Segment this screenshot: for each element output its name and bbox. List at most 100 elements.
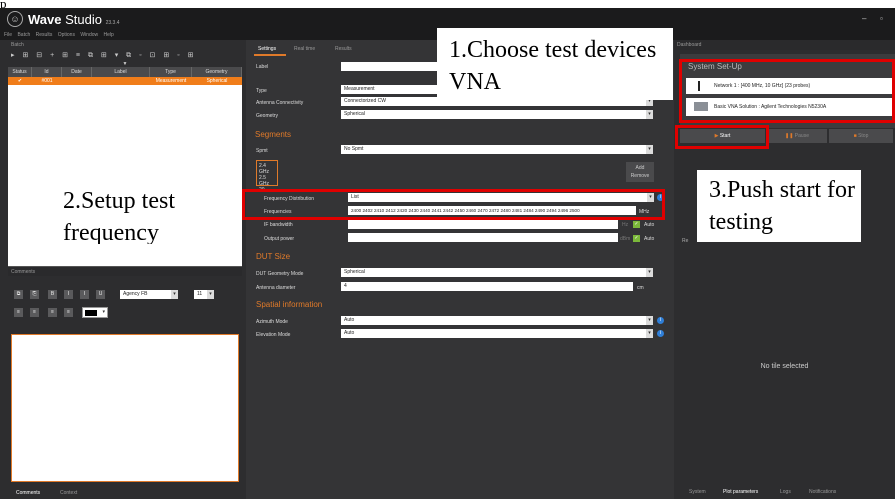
spatial-info-title: Spatial information bbox=[256, 300, 323, 309]
dashboard-header: Dashboard bbox=[674, 40, 895, 50]
color-picker[interactable]: ▾ bbox=[82, 307, 108, 318]
menu-help[interactable]: Help bbox=[104, 32, 114, 38]
table-row[interactable]: ✔ #001 Measurement Spherical bbox=[8, 77, 242, 85]
comment-textarea[interactable] bbox=[11, 334, 239, 482]
remove-label: Remove bbox=[630, 173, 650, 179]
maximize-button[interactable]: ▫ bbox=[880, 14, 883, 23]
menu-window[interactable]: Window bbox=[80, 32, 98, 38]
info-icon[interactable]: i bbox=[657, 330, 664, 337]
if-bandwidth-unit: Hz bbox=[622, 222, 629, 228]
antenna-diameter-input[interactable]: 4 bbox=[341, 282, 633, 291]
vna-highlight bbox=[679, 59, 895, 123]
segment-list[interactable]: 2.4 GHz 2.5 GHz 20 bbox=[256, 160, 278, 193]
font-select[interactable]: Agency FB ▾ bbox=[120, 290, 178, 299]
output-power-unit: dBm bbox=[620, 236, 631, 242]
chevron-down-icon: ▾ bbox=[646, 316, 653, 325]
italic-icon[interactable]: I bbox=[64, 290, 73, 299]
annotation-setup-frequency: 2.Setup test frequency bbox=[47, 177, 242, 244]
align-left-icon[interactable]: ≡ bbox=[14, 308, 23, 317]
app-title: Wave Studio 23.3.4 bbox=[28, 12, 120, 27]
add-remove-button[interactable]: Add Remove bbox=[626, 162, 654, 182]
underline-icon[interactable]: U bbox=[96, 290, 105, 299]
italic2-icon[interactable]: I bbox=[80, 290, 89, 299]
annotation-push-start: 3.Push start for testing bbox=[697, 170, 861, 242]
batch-table-header: Status Id Date Label Type Geometry bbox=[8, 67, 242, 77]
tab-comments[interactable]: Comments bbox=[16, 490, 40, 496]
paste-icon[interactable]: ⎘ bbox=[30, 290, 39, 299]
if-auto-checkbox[interactable]: ✓ bbox=[633, 221, 640, 228]
col-type[interactable]: Type bbox=[150, 67, 192, 77]
power-auto-checkbox[interactable]: ✓ bbox=[633, 235, 640, 242]
col-geometry[interactable]: Geometry bbox=[192, 67, 242, 77]
tab-logs[interactable]: Logs bbox=[780, 489, 791, 495]
power-auto-label: Auto bbox=[644, 236, 655, 242]
bold-icon[interactable]: B bbox=[48, 290, 57, 299]
menu-batch[interactable]: Batch bbox=[17, 32, 30, 38]
geometry-select[interactable]: Spherical ▾ bbox=[341, 110, 653, 119]
tab-results[interactable]: Results bbox=[335, 46, 352, 52]
app-logo-icon: ☺ bbox=[7, 11, 23, 27]
settings-panel: Settings Real time Results Label Type Me… bbox=[246, 40, 674, 499]
antenna-connectivity-label: Antenna Connectivity bbox=[256, 100, 304, 106]
annotation-setup-line2: frequency bbox=[63, 220, 159, 244]
type-label: Type bbox=[256, 88, 267, 94]
status-check-icon: ✔ bbox=[17, 78, 23, 84]
chevron-down-icon: ▾ bbox=[207, 290, 214, 299]
spmt-select[interactable]: No Spmt ▾ bbox=[341, 145, 653, 154]
stop-button[interactable]: ■ Stop bbox=[829, 129, 893, 143]
spmt-label: Spmt bbox=[256, 148, 268, 154]
start-highlight bbox=[675, 125, 769, 149]
batch-header: Batch bbox=[8, 40, 242, 50]
pause-icon: ❚❚ bbox=[785, 133, 795, 139]
tab-notifications[interactable]: Notifications bbox=[809, 489, 836, 495]
pause-button[interactable]: ❚❚ Pause bbox=[767, 129, 827, 143]
col-label[interactable]: Label bbox=[92, 67, 150, 77]
output-power-input[interactable] bbox=[348, 233, 618, 242]
align-right-icon[interactable]: ≡ bbox=[48, 308, 57, 317]
minimize-button[interactable]: – bbox=[862, 14, 866, 23]
info-icon[interactable]: i bbox=[657, 317, 664, 324]
col-status[interactable]: Status bbox=[8, 67, 32, 77]
dut-geometry-select[interactable]: Spherical ▾ bbox=[341, 268, 653, 277]
chevron-down-icon: ▾ bbox=[646, 145, 653, 154]
tab-system[interactable]: System bbox=[689, 489, 706, 495]
chevron-down-icon: ▾ bbox=[646, 268, 653, 277]
tab-settings[interactable]: Settings bbox=[258, 46, 276, 52]
align-center-icon[interactable]: ≡ bbox=[30, 308, 39, 317]
elevation-label: Elevation Mode bbox=[256, 332, 291, 338]
annotation-choose-vna: 1.Choose test devices VNA bbox=[437, 28, 673, 100]
row-type: Measurement bbox=[155, 78, 187, 84]
font-size-select[interactable]: 11 ▾ bbox=[194, 290, 214, 299]
col-date[interactable]: Date bbox=[62, 67, 92, 77]
dut-size-title: DUT Size bbox=[256, 252, 291, 261]
comments-header: Comments bbox=[8, 266, 242, 276]
top-strip: p bbox=[0, 0, 895, 10]
row-geometry: Spherical bbox=[206, 78, 228, 84]
elevation-select[interactable]: Auto ▾ bbox=[341, 329, 653, 338]
row-id: #001 bbox=[41, 78, 53, 84]
if-bandwidth-input[interactable] bbox=[348, 220, 618, 229]
azimuth-select[interactable]: Auto ▾ bbox=[341, 316, 653, 325]
antenna-diameter-unit: cm bbox=[637, 285, 644, 291]
tab-plot-parameters[interactable]: Plot parameters bbox=[723, 489, 758, 495]
menu-options[interactable]: Options bbox=[58, 32, 75, 38]
annotation-setup-line1: 2.Setup test bbox=[63, 188, 175, 214]
chevron-down-icon: ▾ bbox=[646, 329, 653, 338]
color-swatch bbox=[85, 310, 97, 316]
tab-realtime[interactable]: Real time bbox=[294, 46, 315, 52]
copy-icon[interactable]: ⧉ bbox=[14, 290, 23, 299]
tab-context[interactable]: Context bbox=[60, 490, 77, 496]
if-bandwidth-label: IF bandwidth bbox=[264, 222, 293, 228]
output-power-label: Output power bbox=[264, 236, 295, 242]
col-id[interactable]: Id bbox=[32, 67, 62, 77]
frequency-highlight bbox=[242, 189, 665, 220]
antenna-diameter-label: Antenna diameter bbox=[256, 285, 296, 291]
add-label: Add bbox=[635, 165, 645, 171]
menu-file[interactable]: File bbox=[4, 32, 12, 38]
no-tile-selected: No tile selected bbox=[760, 363, 809, 370]
chevron-down-icon: ▾ bbox=[171, 290, 178, 299]
left-edge bbox=[0, 40, 8, 499]
justify-icon[interactable]: ≡ bbox=[64, 308, 73, 317]
menu-results[interactable]: Results bbox=[36, 32, 53, 38]
chevron-down-icon: ▾ bbox=[646, 110, 653, 119]
